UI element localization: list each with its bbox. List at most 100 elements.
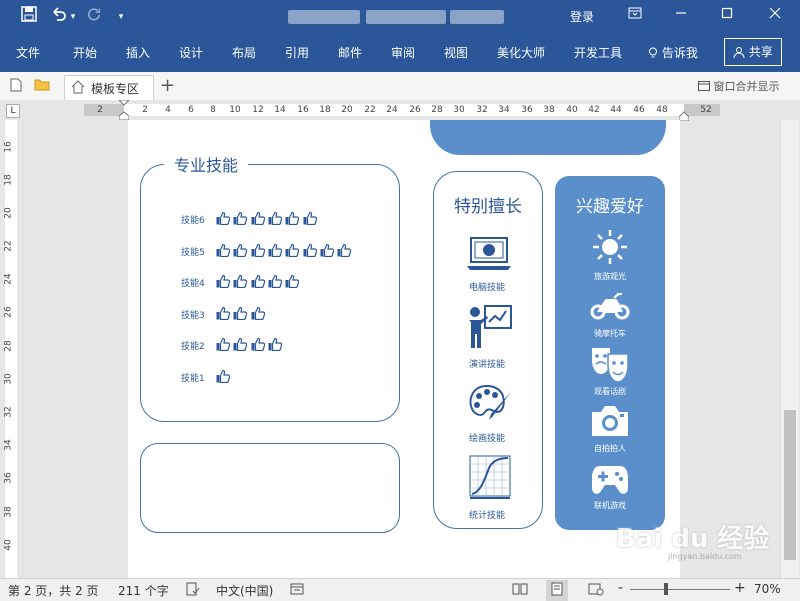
vruler-tick: 40 (3, 539, 14, 551)
word-count[interactable]: 211 个字 (118, 582, 169, 599)
zoom-slider-handle[interactable] (664, 583, 668, 595)
hobby-label-selfie: 自拍拍人 (594, 444, 626, 453)
close-button[interactable] (760, 4, 790, 28)
menu-design[interactable]: 设计 (179, 44, 203, 61)
thumbs-up-icon (268, 337, 283, 352)
vruler-tick: 36 (3, 472, 14, 484)
thumbs-up-icon (251, 274, 265, 289)
thumbs-up-icon (233, 243, 248, 257)
ruler-tick: 44 (610, 105, 622, 115)
skills-title: 专业技能 (164, 152, 249, 176)
zoom-slider-track[interactable] (630, 589, 730, 590)
thumbs-up-icon (285, 243, 300, 257)
menu-developer[interactable]: 开发工具 (574, 44, 622, 61)
menu-view[interactable]: 视图 (444, 44, 468, 61)
zoom-in-button[interactable]: + (734, 580, 746, 596)
vertical-ruler[interactable]: 16 18 20 22 24 26 28 30 32 34 36 38 40 (0, 120, 22, 578)
right-indent-marker[interactable] (678, 110, 690, 124)
ruler-tick: 2 (142, 105, 148, 115)
language-indicator[interactable]: 中文(中国) (216, 582, 273, 599)
zoom-level[interactable]: 70% (754, 582, 781, 596)
menu-file[interactable]: 文件 (16, 44, 40, 61)
user-icon (733, 45, 749, 59)
thumbs-up-icon (216, 337, 231, 352)
vruler-tick: 24 (3, 273, 14, 285)
header-decoration-shape (430, 120, 666, 155)
scrollbar-thumb[interactable] (784, 410, 796, 560)
ruler-tick: 4 (165, 105, 171, 115)
menu-insert[interactable]: 插入 (126, 44, 150, 61)
ruler-tick: 30 (453, 105, 465, 115)
thumbs-up-icon (216, 211, 231, 226)
undo-icon[interactable] (48, 6, 70, 28)
thumbs-up-icon (320, 243, 334, 257)
new-document-icon[interactable] (10, 78, 22, 96)
horizontal-ruler[interactable]: L 2 2 4 6 8 10 12 14 16 18 20 22 24 26 2… (0, 99, 800, 122)
add-tab-button[interactable]: + (160, 75, 175, 96)
minimize-button[interactable] (666, 4, 696, 28)
menu-review[interactable]: 审阅 (391, 44, 415, 61)
merge-windows-label: 窗口合并显示 (713, 80, 780, 93)
skill-label: 技能1 (181, 373, 205, 384)
skill-label: 技能6 (181, 216, 205, 226)
vruler-tick: 34 (3, 439, 14, 451)
read-mode-icon[interactable] (512, 582, 528, 599)
ruler-tick: 10 (229, 105, 241, 115)
thumbs-up-icon (251, 306, 265, 320)
ruler-tick: 26 (409, 105, 421, 115)
thumbs-up-icon (233, 274, 248, 289)
thumbs-up-icon (233, 306, 248, 320)
hobby-label-travel: 旅游观光 (594, 272, 626, 281)
customize-toolbar-icon[interactable]: ▾ (114, 6, 128, 28)
tab-template-zone[interactable]: 模板专区 (64, 75, 154, 100)
vruler-tick: 38 (3, 506, 14, 518)
document-page[interactable]: 专业技能 技能6 技能5 技能4 技能3 技能2 技能1 特别擅长 电脑技能 演讲技能 绘… (128, 120, 770, 578)
ruler-tick: 22 (364, 105, 376, 115)
thumbs-up-icon (251, 337, 265, 352)
maximize-button[interactable] (712, 4, 742, 28)
web-layout-icon[interactable] (588, 582, 604, 599)
sun-icon (591, 228, 629, 269)
share-button[interactable]: 共享 (724, 38, 782, 66)
menu-beautify-master[interactable]: 美化大师 (497, 44, 545, 61)
window-icon (698, 80, 714, 93)
print-layout-icon[interactable] (546, 580, 568, 601)
menu-home[interactable]: 开始 (73, 44, 97, 61)
thumbs-up-icon (303, 243, 317, 257)
page-count[interactable]: 第 2 页，共 2 页 (8, 582, 99, 599)
vruler-tick: 22 (3, 240, 14, 252)
tab-stop-selector[interactable]: L (6, 104, 20, 118)
vruler-tick: 28 (3, 340, 14, 352)
ribbon-display-options-icon[interactable] (620, 4, 650, 28)
lightbulb-icon (648, 46, 662, 60)
vruler-tick: 20 (3, 207, 14, 219)
thumbs-up-icon (251, 211, 265, 226)
thumbs-up-icon (285, 211, 300, 226)
vertical-scrollbar[interactable] (780, 120, 799, 578)
menu-mailings[interactable]: 邮件 (338, 44, 362, 61)
thumbs-up-icon (216, 369, 231, 383)
save-icon[interactable] (18, 6, 40, 28)
proofing-icon[interactable] (186, 582, 200, 599)
ruler-tick: 36 (521, 105, 533, 115)
hobbies-title: 兴趣爱好 (576, 197, 644, 217)
home-icon (71, 80, 85, 97)
thumbs-up-icon (216, 306, 231, 320)
login-button[interactable]: 登录 (564, 6, 600, 28)
zoom-out-button[interactable]: - (618, 580, 623, 596)
hobby-label-theater: 观看话剧 (594, 387, 626, 396)
open-folder-icon[interactable] (34, 78, 50, 95)
ruler-tick: 38 (543, 105, 555, 115)
menu-layout[interactable]: 布局 (232, 44, 256, 61)
merge-windows-button[interactable]: 窗口合并显示 (698, 78, 780, 94)
menu-references[interactable]: 引用 (285, 44, 309, 61)
baidu-watermark-url: jingyan.baidu.com (668, 552, 742, 561)
ruler-tick: 6 (188, 105, 194, 115)
ruler-tick: 48 (656, 105, 668, 115)
tell-me-box[interactable]: 告诉我 (648, 44, 698, 61)
undo-dropdown-icon[interactable]: ▾ (68, 6, 78, 28)
ruler-tick: 28 (431, 105, 443, 115)
macro-icon[interactable] (290, 582, 304, 599)
vruler-tick: 32 (3, 406, 14, 418)
ruler-tick: 2 (97, 105, 103, 115)
